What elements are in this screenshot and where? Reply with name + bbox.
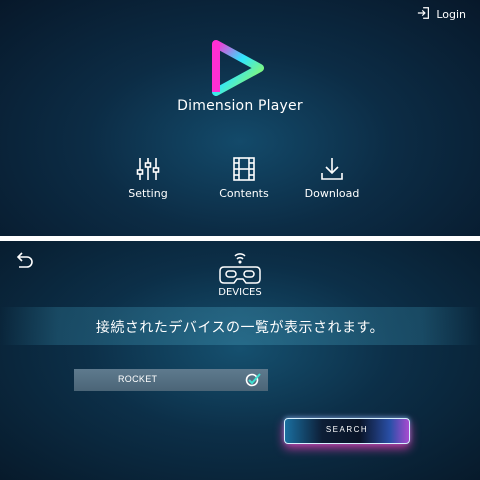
check-circle-icon: [244, 372, 262, 388]
search-label: SEARCH: [325, 425, 369, 434]
back-arrow-icon[interactable]: [13, 249, 35, 271]
device-list-message: 接続されたデバイスの一覧が表示されます。: [95, 320, 385, 336]
download-icon: [294, 156, 370, 182]
login-label: Login: [436, 8, 466, 21]
message-banner: 接続されたデバイスの一覧が表示されます。: [0, 307, 480, 345]
download-button[interactable]: Download: [294, 156, 370, 200]
home-screen: Login Dimension Player Setting Contents …: [0, 0, 480, 236]
vr-headset-wifi-icon: [218, 251, 262, 291]
sliders-icon: [110, 156, 186, 182]
download-label: Download: [304, 187, 360, 200]
login-button[interactable]: Login: [417, 6, 466, 23]
setting-button[interactable]: Setting: [110, 156, 186, 200]
devices-screen: DEVICES 接続されたデバイスの一覧が表示されます。 ROCKET SEAR…: [0, 241, 480, 480]
app-title: Dimension Player: [177, 98, 303, 114]
contents-label: Contents: [219, 187, 269, 200]
device-list-item[interactable]: ROCKET: [74, 369, 268, 391]
devices-title: DEVICES: [218, 287, 262, 298]
search-button[interactable]: SEARCH: [284, 418, 410, 444]
contents-button[interactable]: Contents: [206, 156, 282, 200]
device-name: ROCKET: [118, 374, 158, 384]
setting-label: Setting: [128, 187, 168, 200]
play-triangle-logo: [212, 40, 264, 96]
film-icon: [206, 156, 282, 182]
sign-in-icon: [417, 6, 431, 23]
